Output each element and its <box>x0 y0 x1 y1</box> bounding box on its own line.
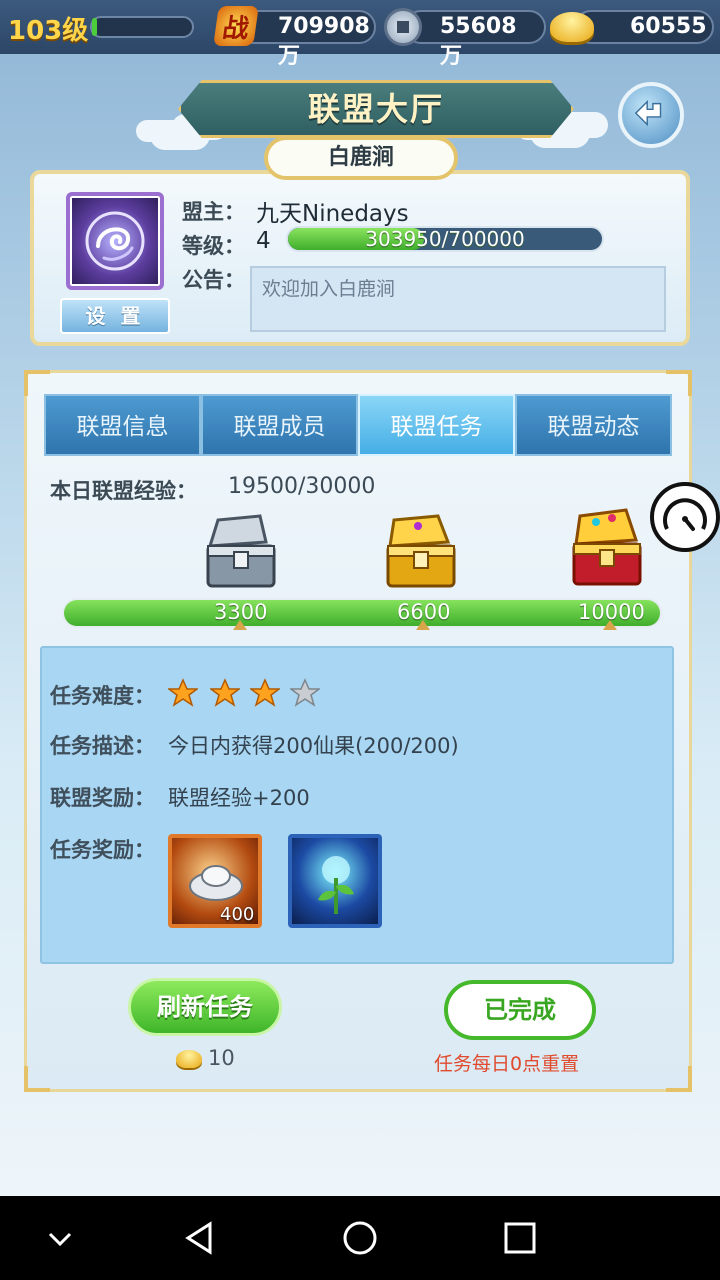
copper-display: 55608万 <box>404 10 546 69</box>
chevron-down-icon[interactable] <box>38 1216 82 1260</box>
milestone-1-marker <box>233 620 247 630</box>
gold-chest-icon[interactable] <box>380 512 462 594</box>
reward-item-seedling[interactable] <box>288 834 382 928</box>
back-arrow-icon <box>634 99 662 127</box>
gold-display: 60555 <box>574 10 714 44</box>
reset-note: 任务每日0点重置 <box>434 1053 580 1075</box>
refresh-cost: 10 <box>208 1046 235 1070</box>
power-value: 709908万 <box>278 14 370 69</box>
settings-button[interactable]: 设 置 <box>60 298 170 334</box>
jeweled-chest-icon[interactable] <box>566 508 648 590</box>
page-title: 联盟大厅 <box>307 90 444 128</box>
gold-ingot-icon <box>550 12 594 42</box>
recents-square-icon[interactable] <box>498 1216 542 1260</box>
daily-exp-progress-bar <box>62 598 662 628</box>
alliance-reward-label: 联盟奖励： <box>50 786 155 810</box>
milestone-2-marker <box>416 620 430 630</box>
alliance-exp-text: 303950/700000 <box>365 227 525 251</box>
corner-ornament-tr <box>666 370 692 396</box>
reward-item-silver-count: 400 <box>220 904 255 925</box>
description-value: 今日内获得200仙果(200/200) <box>168 734 459 758</box>
speed-gauge-icon[interactable] <box>650 482 720 552</box>
notice-label: 公告： <box>182 268 245 292</box>
daily-exp-value: 19500/30000 <box>228 474 376 499</box>
gold-ingot-cost-icon <box>176 1050 202 1068</box>
difficulty-star-3 <box>250 678 280 707</box>
tab-alliance-tasks[interactable]: 联盟任务 <box>358 394 515 456</box>
swirl-emblem-icon <box>85 211 145 271</box>
level-progress-bar <box>90 16 194 38</box>
tab-alliance-news[interactable]: 联盟动态 <box>515 394 672 456</box>
home-circle-icon[interactable] <box>338 1216 382 1260</box>
leader-value: 九天Ninedays <box>256 201 409 227</box>
player-level: 103级 <box>8 16 89 46</box>
refresh-task-button[interactable]: 刷新任务 <box>128 978 282 1036</box>
difficulty-label: 任务难度： <box>50 684 155 708</box>
corner-ornament-bl <box>24 1066 50 1092</box>
alliance-emblem <box>66 192 164 290</box>
back-button[interactable] <box>618 82 684 148</box>
alliance-name-plate: 白鹿涧 <box>264 136 458 180</box>
task-reward-label: 任务奖励： <box>50 838 155 862</box>
level-value: 4 <box>256 228 271 254</box>
silver-chest-icon[interactable] <box>200 512 282 594</box>
difficulty-star-4-empty <box>290 678 320 707</box>
description-label: 任务描述： <box>50 734 155 758</box>
tab-alliance-members[interactable]: 联盟成员 <box>201 394 358 456</box>
corner-ornament-br <box>666 1066 692 1092</box>
back-triangle-icon[interactable] <box>178 1216 222 1260</box>
gold-value: 60555 <box>630 14 707 39</box>
level-progress-fill <box>92 18 97 36</box>
tab-alliance-info[interactable]: 联盟信息 <box>44 394 201 456</box>
difficulty-star-2 <box>210 678 240 707</box>
battle-power-icon: 战 <box>213 6 259 46</box>
daily-exp-progress-fill <box>64 600 660 626</box>
alliance-reward-value: 联盟经验+200 <box>168 786 310 810</box>
daily-exp-label: 本日联盟经验： <box>50 479 197 503</box>
copper-value: 55608万 <box>440 14 517 69</box>
corner-ornament-tl <box>24 370 50 396</box>
milestone-3-marker <box>603 620 617 630</box>
completed-button[interactable]: 已完成 <box>444 980 596 1040</box>
leader-label: 盟主： <box>182 200 245 224</box>
notice-field[interactable]: 欢迎加入白鹿涧 <box>250 266 666 332</box>
difficulty-star-1 <box>168 678 198 707</box>
copper-coin-icon <box>384 8 422 46</box>
glowing-seedling-icon <box>318 856 354 914</box>
silver-ingot-icon <box>189 865 243 901</box>
level-label: 等级： <box>182 234 245 258</box>
